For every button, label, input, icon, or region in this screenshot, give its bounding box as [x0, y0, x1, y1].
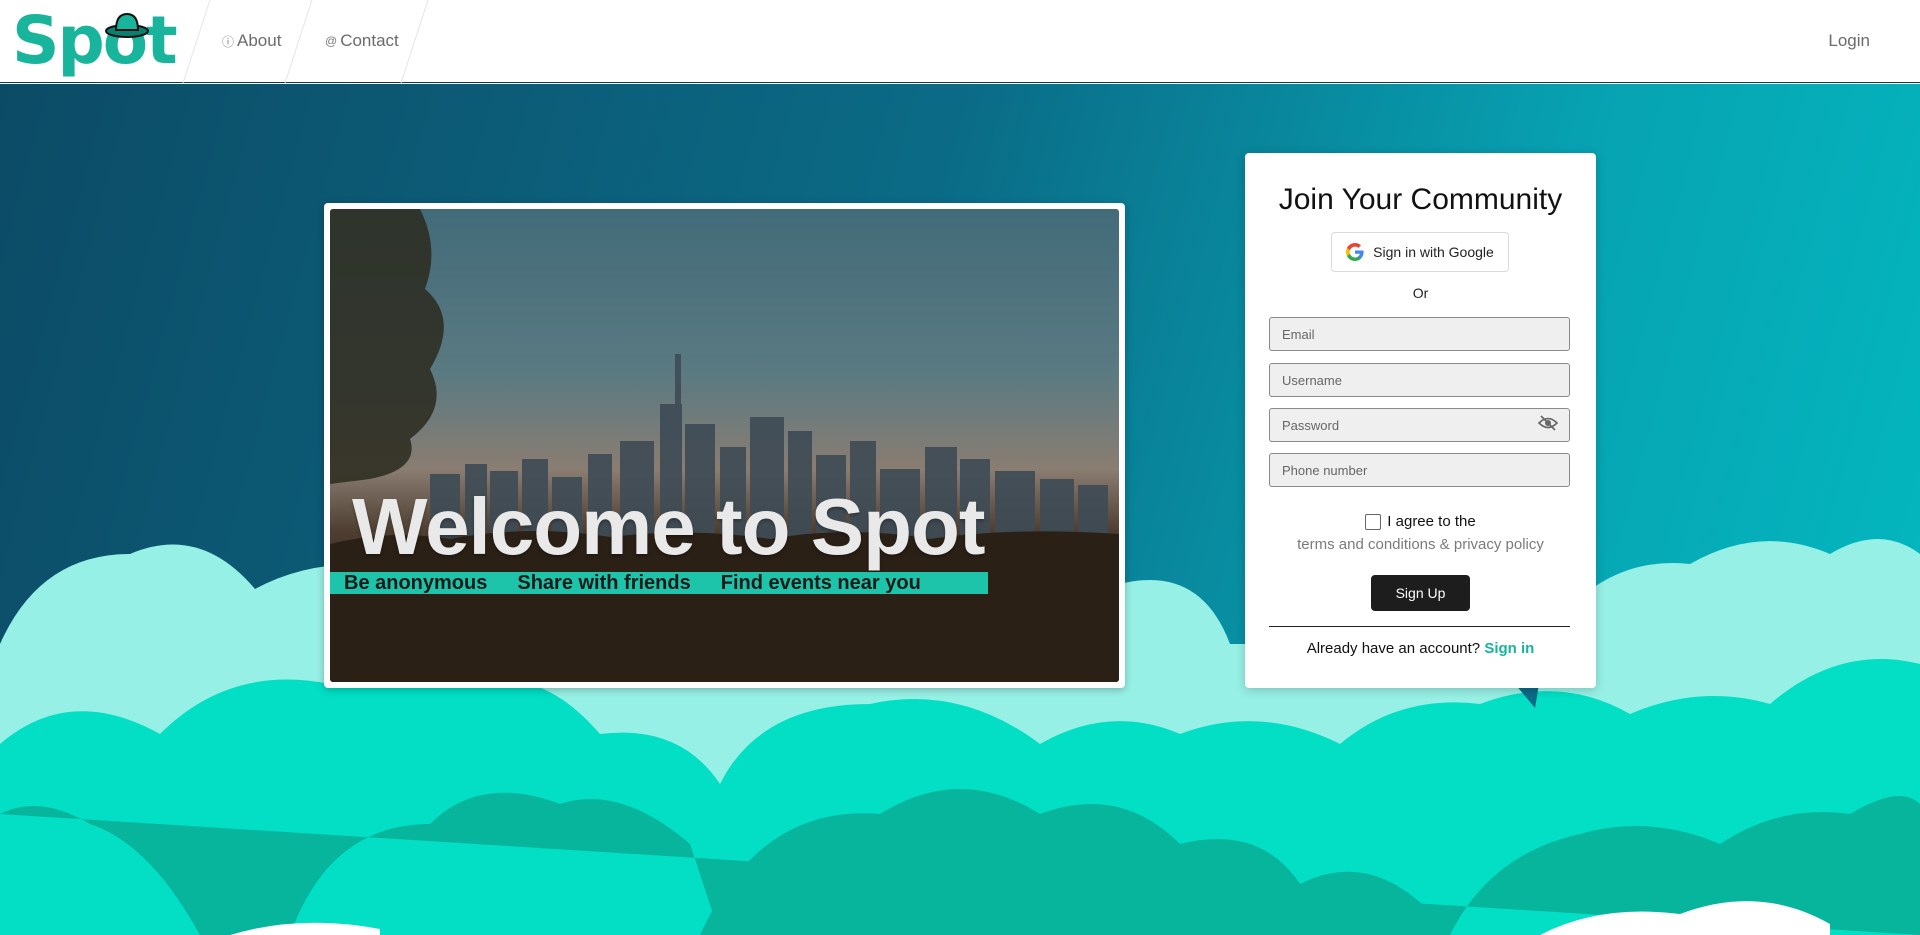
nav-about-link[interactable]: ⓘ About: [222, 31, 281, 51]
signup-title: Join Your Community: [1278, 183, 1563, 216]
nav-contact-label: Contact: [340, 31, 399, 50]
google-signin-button[interactable]: Sign in with Google: [1331, 232, 1509, 272]
signup-button[interactable]: Sign Up: [1371, 575, 1470, 611]
welcome-image-card: Welcome to Spot Be anonymous Share with …: [324, 203, 1125, 688]
terms-checkbox[interactable]: [1365, 513, 1382, 530]
at-icon: @: [325, 34, 338, 48]
nav-contact-link[interactable]: @ Contact: [325, 31, 399, 51]
terms-link[interactable]: terms and conditions & privacy policy: [1245, 536, 1596, 553]
navbar: Spot ⓘ About @ Contact Login: [0, 0, 1920, 83]
google-signin-label: Sign in with Google: [1373, 244, 1494, 260]
email-field[interactable]: [1269, 317, 1570, 351]
welcome-title: Welcome to Spot: [352, 482, 985, 571]
already-label: Already have an account?: [1306, 640, 1481, 657]
already-have-account-row: Already have an account? Sign in: [1245, 640, 1596, 657]
tagline-share: Share with friends: [517, 571, 691, 594]
google-icon: [1346, 243, 1364, 261]
username-field[interactable]: [1269, 363, 1570, 397]
nav-about-label: About: [237, 31, 282, 50]
skyline-illustration: [330, 209, 1119, 682]
login-link[interactable]: Login: [1828, 31, 1870, 51]
password-field[interactable]: [1269, 408, 1570, 442]
info-icon: ⓘ: [222, 34, 235, 49]
agree-row: I agree to the: [1245, 513, 1596, 530]
agree-label: I agree to the: [1387, 513, 1476, 530]
nav-separator: [400, 0, 429, 83]
nav-separator: [182, 0, 211, 83]
phone-field[interactable]: [1269, 453, 1570, 487]
or-divider-text: Or: [1412, 285, 1429, 301]
city-skyline-image: Welcome to Spot Be anonymous Share with …: [330, 209, 1119, 682]
signin-link[interactable]: Sign in: [1484, 640, 1534, 657]
logo-text: Spot: [12, 2, 178, 79]
tagline-anonymous: Be anonymous: [344, 571, 488, 594]
eye-slash-icon[interactable]: [1537, 415, 1559, 431]
tagline-bar: Be anonymous Share with friends Find eve…: [330, 572, 988, 594]
spot-logo[interactable]: Spot: [12, 6, 178, 76]
divider: [1269, 626, 1570, 627]
nav-separator: [284, 0, 313, 83]
signup-card: Join Your Community Sign in with Google …: [1245, 153, 1596, 688]
hat-icon: [105, 12, 149, 38]
tagline-events: Find events near you: [720, 571, 921, 594]
